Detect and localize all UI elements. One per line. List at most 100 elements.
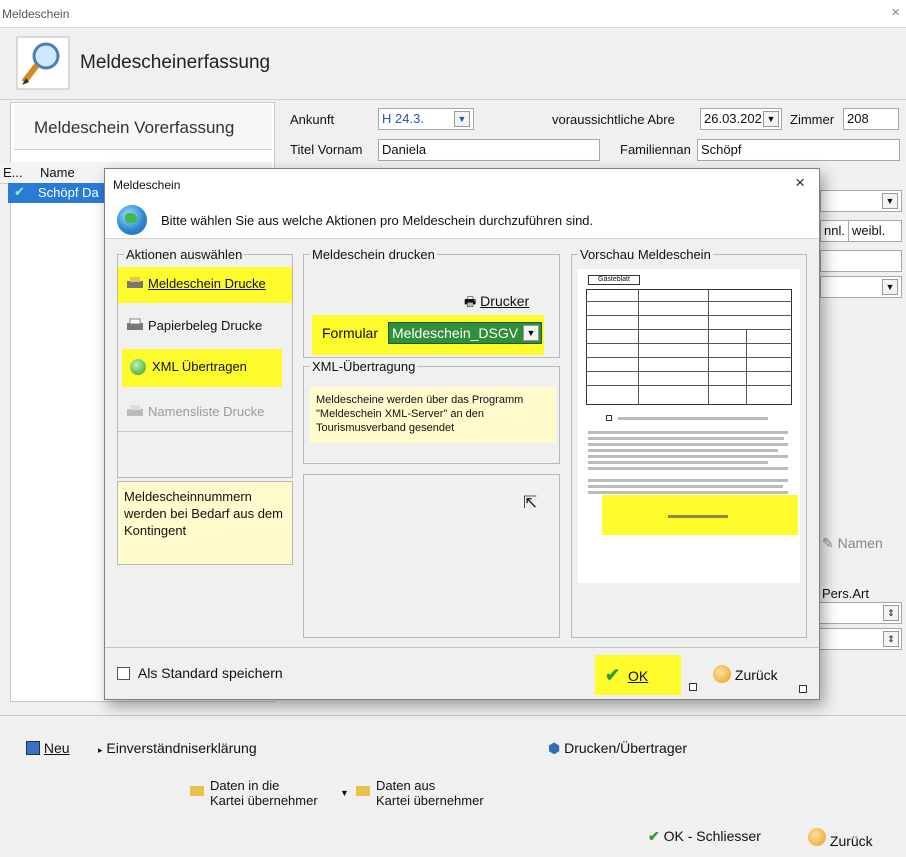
- xml-note: Meldescheine werden über das Programm "M…: [310, 387, 556, 443]
- dialog-info-bar: Bitte wählen Sie aus welche Aktionen pro…: [105, 199, 819, 239]
- standard-label: Als Standard speichern: [137, 665, 283, 681]
- neu-button[interactable]: Neu: [26, 740, 70, 756]
- printer-icon: [127, 405, 143, 416]
- back-shortcut-box: [799, 685, 807, 693]
- vorname-field[interactable]: Daniela: [378, 139, 600, 161]
- right-field-2[interactable]: [820, 250, 902, 272]
- actions-group-title: Aktionen auswählen: [124, 247, 245, 262]
- pers-art-field-1[interactable]: ⇕: [818, 602, 902, 624]
- daten-in-line2: Kartei übernehmer: [210, 793, 318, 808]
- row-name: Schöpf Da: [38, 185, 99, 200]
- daten-aus-line2: Kartei übernehmer: [376, 793, 484, 808]
- dialog-close-button[interactable]: ×: [795, 173, 805, 193]
- preview-document: Gästeblatt: [578, 269, 800, 583]
- col-e[interactable]: E...: [3, 165, 23, 180]
- action-label: Papierbeleg Drucke: [148, 318, 263, 333]
- checkbox-icon: [117, 667, 130, 680]
- print-transfer-icon: ⬢: [548, 740, 561, 756]
- formular-select[interactable]: Meldeschein_DSGV ▼: [388, 322, 542, 344]
- drucken-label: Drucken/Übertrager: [564, 740, 688, 756]
- formular-value: Meldeschein_DSGV: [392, 325, 519, 341]
- table-row[interactable]: ✔ Schöpf Da: [8, 183, 108, 203]
- ankunft-label: Ankunft: [290, 112, 335, 127]
- einverstaendnis-button[interactable]: ▸ Einverständniserklärung: [98, 740, 257, 756]
- action-meldeschein-drucken[interactable]: Meldeschein Drucke: [118, 267, 292, 303]
- daten-in-kartei-button[interactable]: Daten in die Kartei übernehmer: [190, 778, 318, 808]
- printer-icon: [127, 318, 143, 330]
- standard-checkbox[interactable]: Als Standard speichern: [117, 665, 283, 681]
- pers-art-field-2[interactable]: ⇕: [818, 628, 902, 650]
- daten-aus-line1: Daten aus: [376, 778, 436, 793]
- arrow-right-icon: ▸: [98, 745, 103, 755]
- action-label: XML Übertragen: [152, 359, 247, 374]
- zurueck-button[interactable]: Zurück: [808, 828, 873, 849]
- titel-vorname-label: Titel Vornam: [290, 142, 363, 157]
- xml-group-title: XML-Übertragung: [310, 359, 418, 374]
- neu-label: Neu: [43, 740, 70, 756]
- familienname-field[interactable]: Schöpf: [697, 139, 900, 161]
- ok-shortcut-box: [689, 683, 697, 691]
- actions-group: Aktionen auswählen Meldeschein Drucke Pa…: [117, 247, 293, 478]
- drucker-button[interactable]: 🖶 Drucker: [464, 293, 529, 315]
- ok-schliessen-label: OK - Schliesser: [663, 828, 761, 844]
- chevron-down-icon[interactable]: ▼: [523, 325, 539, 341]
- page-title: Meldescheinerfassung: [80, 52, 271, 73]
- chevron-down-icon[interactable]: ▼: [882, 193, 898, 209]
- ok-label: OK: [627, 668, 649, 684]
- action-label: Meldeschein Drucke: [148, 276, 266, 291]
- action-namensliste-drucken[interactable]: Namensliste Drucke: [118, 395, 288, 429]
- printer-icon: 🖶: [464, 294, 477, 309]
- back-label: Zurück: [734, 667, 778, 683]
- daten-aus-kartei-button[interactable]: Daten aus Kartei übernehmer: [356, 778, 484, 808]
- window-title: Meldeschein: [2, 7, 70, 21]
- kontingent-note: Meldescheinnummern werden bei Bedarf aus…: [117, 481, 293, 565]
- vorerfassung-label: Meldeschein Vorerfassung: [34, 118, 235, 137]
- chevron-down-icon[interactable]: ▼: [763, 111, 779, 127]
- chevron-down-icon[interactable]: ▼: [882, 279, 898, 295]
- meldeschein-dialog: Meldeschein × Bitte wählen Sie aus welch…: [104, 168, 820, 700]
- geschl-w-field[interactable]: weibl.: [848, 220, 902, 242]
- action-papierbeleg-drucken[interactable]: Papierbeleg Drucke: [118, 309, 288, 343]
- check-icon: ✔: [605, 665, 621, 685]
- ankunft-select[interactable]: H 24.3. ▼: [378, 108, 474, 130]
- xml-group: XML-Übertragung Meldescheine werden über…: [303, 359, 560, 464]
- namen-label: Namen: [837, 535, 883, 551]
- preview-header: Gästeblatt: [588, 275, 640, 285]
- print-group: Meldeschein drucken 🖶 Drucker Formular M…: [303, 247, 560, 358]
- daten-in-line1: Daten in die: [210, 778, 280, 793]
- folder-arrow-icon: [356, 786, 370, 796]
- dialog-back-button[interactable]: Zurück: [713, 665, 778, 683]
- pencil-icon: ✎: [822, 535, 834, 551]
- dialog-title: Meldeschein: [113, 178, 181, 192]
- abreise-value: 26.03.202: [704, 111, 762, 126]
- check-icon: ✔: [648, 828, 660, 844]
- dialog-info-text: Bitte wählen Sie aus welche Aktionen pro…: [161, 213, 594, 228]
- window-close-button[interactable]: ×: [891, 4, 900, 21]
- spinner-icon[interactable]: ⇕: [883, 631, 899, 647]
- right-select-3[interactable]: ▼: [820, 276, 902, 298]
- drucken-uebertragen-button[interactable]: ⬢ Drucken/Übertrager: [548, 740, 687, 757]
- abreise-field[interactable]: 26.03.202 ▼: [700, 108, 782, 130]
- dialog-ok-button[interactable]: ✔ OK: [605, 665, 648, 686]
- dropdown-arrow-icon[interactable]: ▼: [340, 788, 349, 798]
- empty-panel: [303, 474, 560, 638]
- abreise-label: voraussichtliche Abre: [552, 112, 675, 127]
- window-titlebar: Meldeschein ×: [0, 0, 906, 28]
- new-document-icon: [26, 741, 40, 755]
- dialog-titlebar: Meldeschein ×: [105, 169, 819, 199]
- namen-button[interactable]: ✎ Namen: [822, 535, 883, 552]
- formular-label: Formular: [322, 325, 379, 341]
- chevron-down-icon[interactable]: ▼: [454, 111, 470, 127]
- back-arrow-icon: [713, 665, 731, 683]
- spinner-icon[interactable]: ⇕: [883, 605, 899, 621]
- vorerfassung-button[interactable]: Meldeschein Vorerfassung: [14, 104, 272, 150]
- right-select-1[interactable]: ▼: [820, 190, 902, 212]
- action-xml-uebertragen[interactable]: XML Übertragen: [122, 349, 282, 387]
- ok-schliessen-button[interactable]: ✔ OK - Schliesser: [648, 828, 761, 845]
- col-name[interactable]: Name: [40, 165, 75, 180]
- zimmer-field[interactable]: 208: [843, 108, 899, 130]
- action-label: Namensliste Drucke: [148, 404, 265, 419]
- check-icon: ✔: [14, 184, 25, 199]
- globe-icon: [117, 205, 147, 235]
- zurueck-label: Zurück: [829, 833, 873, 849]
